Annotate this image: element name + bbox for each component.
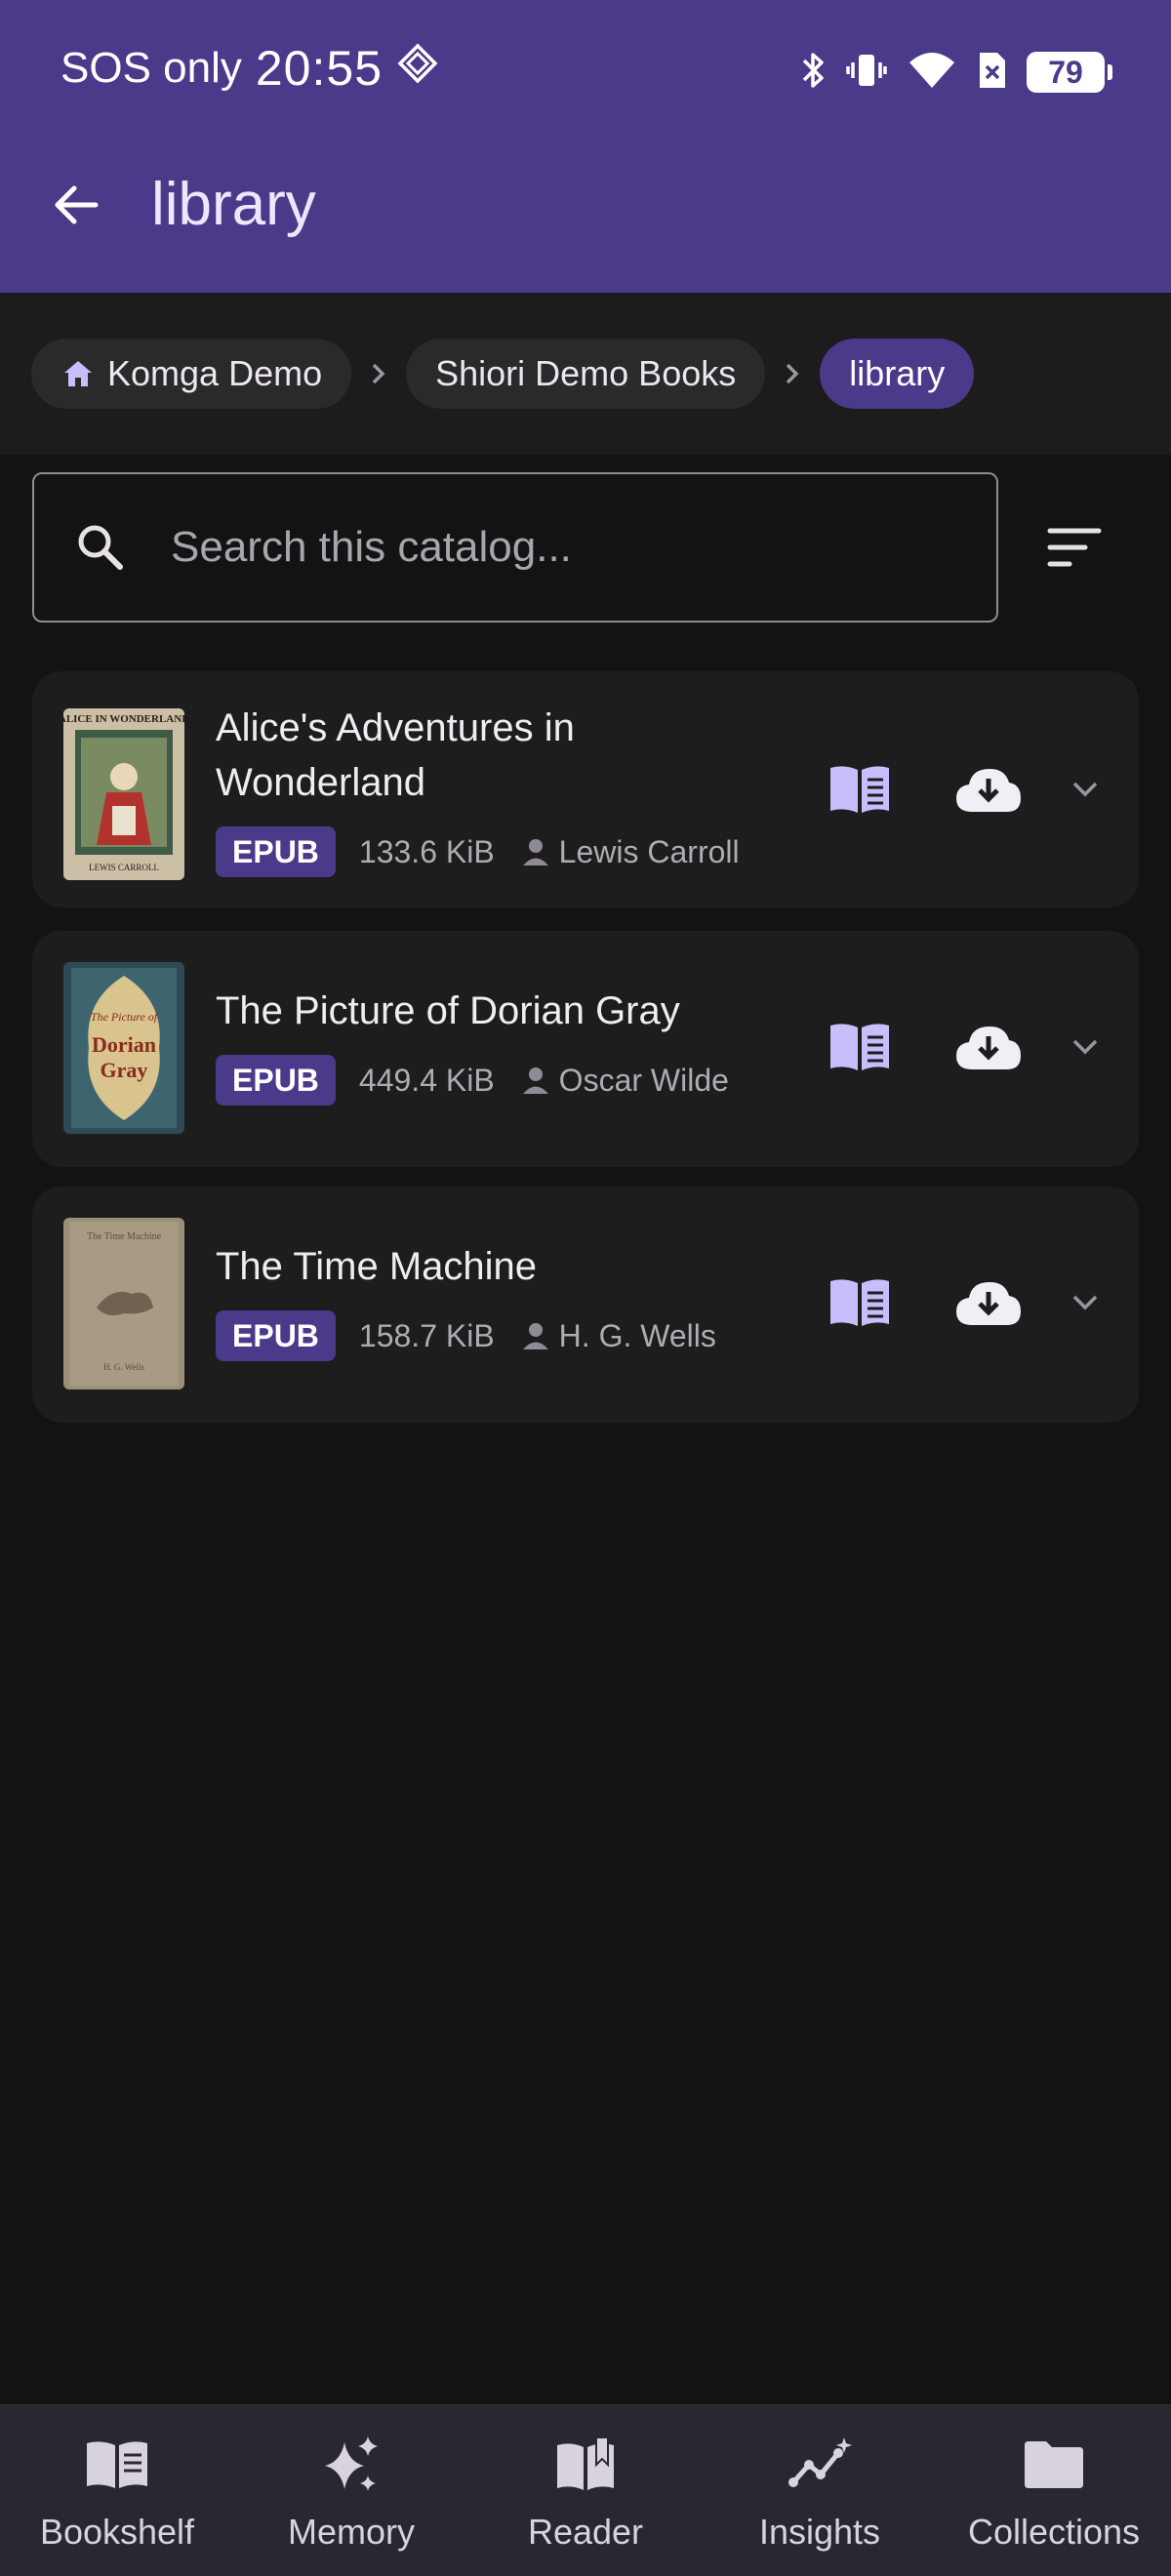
chevron-right-icon	[351, 359, 406, 388]
back-button[interactable]	[39, 168, 113, 242]
author-name: Lewis Carroll	[558, 833, 740, 869]
author-name: H. G. Wells	[558, 1317, 716, 1353]
battery-indicator: 79	[1027, 52, 1112, 93]
breadcrumb-library[interactable]: library	[820, 339, 975, 409]
search-icon	[71, 518, 130, 582]
book-meta: EPUB 158.7 KiB H. G. Wells	[216, 1309, 716, 1362]
author: Lewis Carroll	[522, 834, 740, 870]
bluetooth-icon	[798, 49, 828, 97]
app-bar: library	[0, 146, 1171, 263]
bottom-navigation: Bookshelf Memory Reader Insights Collect…	[0, 2404, 1171, 2576]
nav-label: Memory	[287, 2512, 415, 2552]
book-meta: EPUB 133.6 KiB Lewis Carroll	[216, 825, 740, 878]
expand-button[interactable]	[1061, 1278, 1110, 1327]
sort-button[interactable]	[1042, 515, 1107, 580]
bookshelf-icon	[85, 2430, 149, 2500]
breadcrumb-label: library	[849, 353, 946, 393]
nav-memory[interactable]: Memory	[234, 2404, 468, 2576]
expand-button[interactable]	[1061, 1023, 1110, 1071]
breadcrumb-label: Shiori Demo Books	[435, 353, 737, 393]
svg-text:ALICE IN WONDERLAND: ALICE IN WONDERLAND	[63, 713, 184, 725]
breadcrumb: Komga Demo Shiori Demo Books library	[0, 293, 1171, 455]
format-badge: EPUB	[216, 826, 336, 877]
cloud-download-icon	[956, 769, 1021, 812]
svg-text:The Picture of: The Picture of	[91, 1010, 159, 1024]
person-icon	[522, 1067, 548, 1094]
status-bar: SOS only 20:55 79	[0, 0, 1171, 137]
cloud-download-icon	[956, 1026, 1021, 1069]
file-size: 158.7 KiB	[358, 1317, 495, 1353]
chevron-down-icon	[1072, 1039, 1098, 1055]
person-icon	[522, 1323, 548, 1349]
carrier-text: SOS only	[61, 44, 242, 92]
search-input[interactable]	[171, 503, 971, 591]
top-app-bar: SOS only 20:55 79 library	[0, 0, 1171, 293]
format-badge: EPUB	[216, 1310, 336, 1361]
book-title: The Picture of Dorian Gray	[216, 989, 680, 1032]
read-book-icon	[830, 1024, 889, 1070]
home-icon	[64, 361, 92, 386]
book-title: Alice's Adventures in Wonderland	[216, 706, 575, 804]
read-book-icon	[830, 766, 889, 813]
sort-icon	[1047, 528, 1102, 567]
read-button[interactable]	[823, 755, 897, 824]
page-title: library	[151, 171, 316, 238]
book-card-dorian-gray[interactable]: The Picture of Dorian Gray The Picture o…	[32, 931, 1139, 1167]
book-cover: The Picture of Dorian Gray	[63, 962, 184, 1134]
nav-insights[interactable]: Insights	[703, 2404, 937, 2576]
file-size: 133.6 KiB	[358, 833, 495, 869]
nav-reader[interactable]: Reader	[468, 2404, 703, 2576]
book-card-alice[interactable]: ALICE IN WONDERLAND LEWIS CARROLL Alice'…	[32, 671, 1139, 907]
nav-collections[interactable]: Collections	[937, 2404, 1171, 2576]
book-card-time-machine[interactable]: The Time Machine H. G. Wells The Time Ma…	[32, 1187, 1139, 1423]
breadcrumb-shiori-demo-books[interactable]: Shiori Demo Books	[406, 339, 766, 409]
nav-label: Reader	[527, 2512, 644, 2552]
wifi-icon	[906, 49, 958, 97]
book-cover: ALICE IN WONDERLAND LEWIS CARROLL	[63, 708, 184, 880]
cloud-download-icon	[956, 1282, 1021, 1325]
nav-label: Insights	[758, 2512, 881, 2552]
download-button[interactable]	[951, 1013, 1026, 1081]
svg-text:Gray: Gray	[101, 1058, 148, 1082]
insights-icon	[787, 2430, 852, 2500]
open-book-icon	[553, 2430, 618, 2500]
vibrate-icon	[845, 49, 888, 97]
no-sim-icon	[976, 49, 1009, 97]
svg-text:Dorian: Dorian	[92, 1032, 156, 1057]
read-book-icon	[830, 1279, 889, 1326]
author-name: Oscar Wilde	[558, 1062, 729, 1098]
search-field[interactable]	[32, 472, 998, 623]
nav-label: Collections	[967, 2512, 1141, 2552]
svg-text:H. G. Wells: H. G. Wells	[103, 1362, 145, 1372]
arrow-back-icon	[55, 185, 99, 224]
chevron-down-icon	[1072, 1295, 1098, 1310]
chevron-right-icon	[765, 359, 820, 388]
book-cover: The Time Machine H. G. Wells	[63, 1218, 184, 1389]
sparkles-icon	[319, 2430, 384, 2500]
read-button[interactable]	[823, 1268, 897, 1337]
nav-bookshelf[interactable]: Bookshelf	[0, 2404, 234, 2576]
expand-button[interactable]	[1061, 765, 1110, 814]
book-meta: EPUB 449.4 KiB Oscar Wilde	[216, 1054, 729, 1107]
format-badge: EPUB	[216, 1055, 336, 1106]
breadcrumb-label: Komga Demo	[107, 353, 323, 393]
author: Oscar Wilde	[522, 1063, 729, 1099]
file-size: 449.4 KiB	[358, 1062, 495, 1098]
vpn-icon	[396, 42, 439, 96]
author: H. G. Wells	[522, 1318, 716, 1354]
nav-label: Bookshelf	[39, 2512, 195, 2552]
download-button[interactable]	[951, 755, 1026, 824]
folder-icon	[1023, 2430, 1085, 2500]
person-icon	[522, 839, 548, 865]
svg-text:The Time Machine: The Time Machine	[87, 1231, 162, 1242]
read-button[interactable]	[823, 1013, 897, 1081]
clock: 20:55	[255, 41, 383, 96]
book-title: The Time Machine	[216, 1245, 538, 1288]
svg-text:LEWIS CARROLL: LEWIS CARROLL	[89, 863, 159, 872]
download-button[interactable]	[951, 1268, 1026, 1337]
battery-level: 79	[1048, 54, 1083, 90]
breadcrumb-komga-demo[interactable]: Komga Demo	[31, 339, 352, 409]
chevron-down-icon	[1072, 782, 1098, 797]
